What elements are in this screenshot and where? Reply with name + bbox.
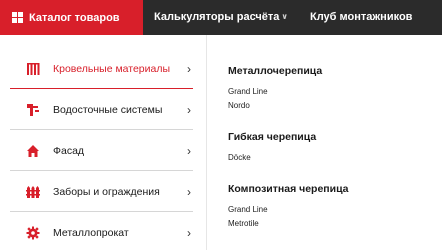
group-composite-tile: Композитная черепица Grand Line Metrotil… [228,183,438,231]
nav-calculators-label: Калькуляторы расчёта [154,11,280,23]
chevron-right-icon: › [187,184,191,199]
fence-icon [25,184,41,200]
sidebar-item-gutters[interactable]: Водосточные системы › [10,90,193,130]
sidebar-item-label: Фасад [53,144,85,157]
brand-link[interactable]: Nordo [228,99,438,113]
grid-icon [12,12,23,23]
group-title[interactable]: Гибкая черепица [228,131,438,143]
brand-link[interactable]: Metrotile [228,217,438,231]
group-flexible-tile: Гибкая черепица Döcke [228,131,438,165]
sidebar-item-metal[interactable]: Металлопрокат › [10,213,193,250]
chevron-right-icon: › [187,225,191,240]
sidebar-item-label: Водосточные системы [53,103,163,116]
chevron-right-icon: › [187,143,191,158]
catalog-button-label: Каталог товаров [29,11,120,24]
gutter-icon [25,102,41,118]
top-navigation-bar: Каталог товаров Калькуляторы расчёта ∨ Кл… [0,0,442,35]
catalog-button[interactable]: Каталог товаров [0,0,143,35]
sidebar-item-roofing[interactable]: Кровельные материалы › [10,49,193,89]
roofing-icon [25,61,41,77]
sidebar-item-facade[interactable]: Фасад › [10,131,193,171]
catalog-sidebar: Кровельные материалы › Водосточные систе… [0,35,207,250]
group-title[interactable]: Композитная черепица [228,183,438,195]
group-metal-tile: Металлочерепица Grand Line Nordo [228,65,438,113]
nav-calculators[interactable]: Калькуляторы расчёта ∨ [154,11,288,23]
house-icon [25,143,41,159]
sidebar-item-label: Заборы и ограждения [53,185,160,198]
sidebar-item-fences[interactable]: Заборы и ограждения › [10,172,193,212]
brand-link[interactable]: Döcke [228,151,438,165]
chevron-right-icon: › [187,102,191,117]
nav-installers-club-label: Клуб монтажников [310,11,413,23]
chevron-down-icon: ∨ [281,12,288,21]
brand-link[interactable]: Grand Line [228,85,438,99]
sidebar-item-label: Кровельные материалы [53,62,171,75]
chevron-right-icon: › [187,61,191,76]
gear-icon [25,225,41,241]
group-title[interactable]: Металлочерепица [228,65,438,77]
brand-link[interactable]: Grand Line [228,203,438,217]
subcategory-panel: Металлочерепица Grand Line Nordo Гибкая … [228,35,442,250]
nav-installers-club[interactable]: Клуб монтажников [310,11,412,23]
sidebar-item-label: Металлопрокат [53,226,129,239]
